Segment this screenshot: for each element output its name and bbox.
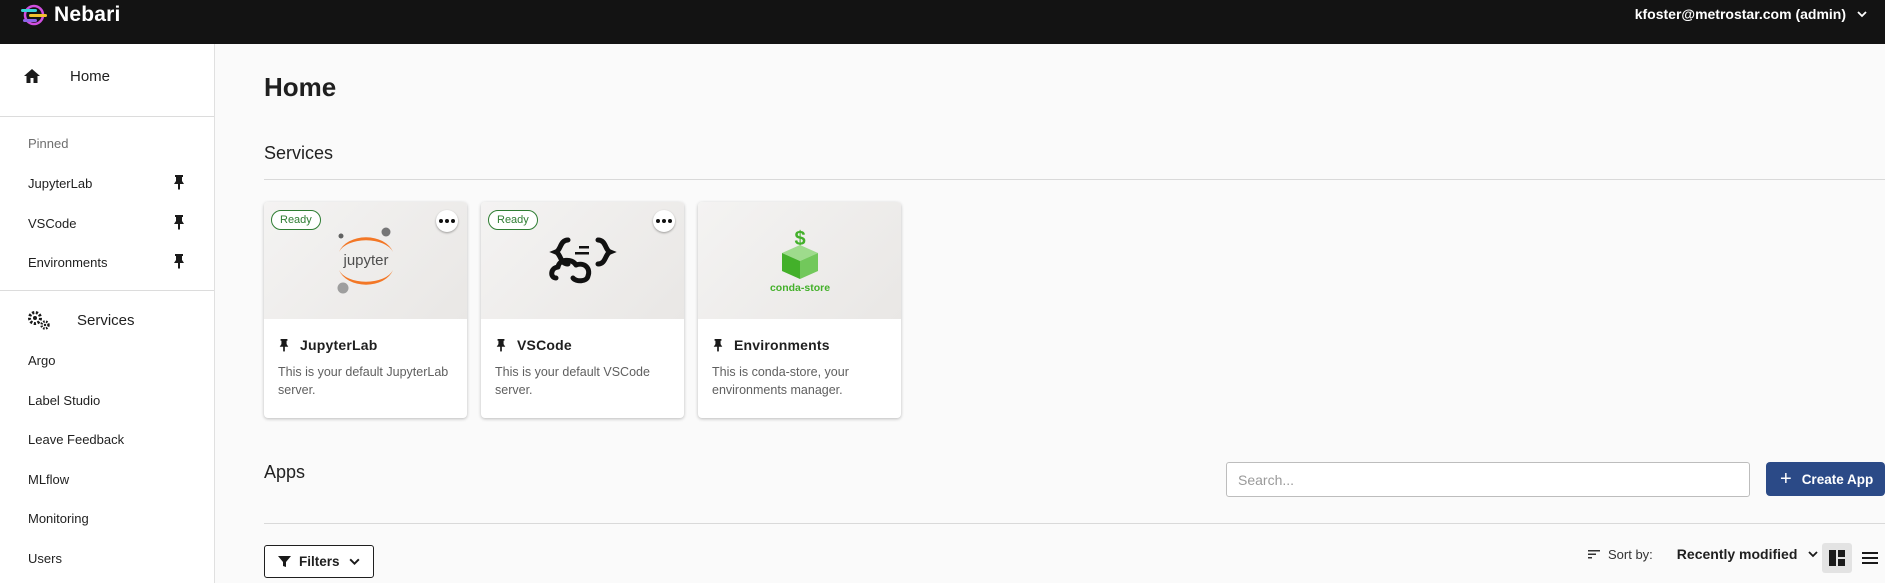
divider — [264, 523, 1885, 524]
card-title-text: VSCode — [517, 337, 572, 353]
card-media: Ready jupyter — [264, 202, 467, 319]
chevron-down-icon — [348, 558, 360, 566]
service-item-monitoring[interactable]: Monitoring — [28, 511, 89, 526]
vscode-logo — [548, 237, 617, 284]
pin-icon[interactable] — [172, 174, 186, 190]
card-title: VSCode — [495, 337, 572, 353]
conda-store-logo: $ conda-store — [769, 228, 829, 293]
service-item-argo[interactable]: Argo — [28, 353, 55, 368]
pin-icon[interactable] — [172, 253, 186, 269]
sidebar-item-label: Home — [70, 67, 111, 85]
apps-section-title: Apps — [264, 462, 306, 482]
chevron-down-icon — [1857, 11, 1867, 18]
card-title-text: JupyterLab — [300, 337, 378, 353]
card-title: Environments — [712, 337, 830, 353]
sidebar: Home Pinned JupyterLab VSCode Environmen… — [0, 44, 215, 583]
divider — [0, 116, 214, 117]
pin-icon[interactable] — [495, 338, 507, 352]
filters-button[interactable]: Filters — [264, 545, 374, 578]
service-item-leave-feedback[interactable]: Leave Feedback — [28, 432, 124, 447]
card-media: Ready — [481, 202, 684, 319]
card-description: This is your default JupyterLab server. — [278, 365, 449, 397]
services-heading: Services — [27, 309, 135, 331]
sort-label: Sort by: — [1608, 546, 1653, 562]
list-view-icon — [1862, 552, 1878, 564]
services-label: Services — [77, 311, 135, 329]
filter-icon — [278, 556, 291, 567]
pin-icon[interactable] — [712, 338, 724, 352]
svg-text:jupyter: jupyter — [342, 252, 388, 269]
sidebar-item-home[interactable]: Home — [22, 66, 110, 86]
service-card-environments[interactable]: $ conda-store Environments This is conda… — [698, 202, 901, 418]
filters-label: Filters — [299, 554, 340, 569]
nebari-logo — [21, 4, 47, 26]
create-app-button[interactable]: + Create App — [1766, 462, 1885, 496]
services-section-title: Services — [264, 143, 334, 163]
divider — [264, 179, 1885, 180]
sort-value[interactable]: Recently modified — [1677, 546, 1798, 562]
grid-view-button[interactable] — [1822, 543, 1852, 573]
divider — [0, 290, 214, 291]
service-card-vscode[interactable]: Ready VSCode This is your default VSCode… — [481, 202, 684, 418]
pinned-item-environments[interactable]: Environments — [28, 255, 107, 270]
service-card-jupyterlab[interactable]: Ready jupyter JupyterLab This is your de… — [264, 202, 467, 418]
grid-view-icon — [1829, 550, 1845, 566]
sort-icon — [1588, 550, 1600, 559]
search-input[interactable] — [1226, 462, 1750, 497]
app-name: Nebari — [54, 3, 121, 26]
pin-icon[interactable] — [172, 214, 186, 230]
card-title: JupyterLab — [278, 337, 377, 353]
card-media: $ conda-store — [698, 202, 901, 319]
pinned-item-vscode[interactable]: VSCode — [28, 216, 76, 231]
page-title: Home — [264, 72, 337, 102]
user-label: kfoster@metrostar.com (admin) — [1634, 6, 1846, 22]
pin-icon[interactable] — [278, 338, 290, 352]
card-description: This is conda-store, your environments m… — [712, 365, 849, 397]
home-icon — [24, 69, 40, 83]
service-item-mlflow[interactable]: MLflow — [28, 472, 69, 487]
user-menu[interactable]: kfoster@metrostar.com (admin) — [1635, 6, 1868, 22]
status-badge: Ready — [488, 210, 538, 230]
chevron-down-icon — [1808, 551, 1819, 558]
plus-icon: + — [1780, 468, 1792, 490]
sort-control[interactable]: Sort by: Recently modified — [1588, 546, 1819, 562]
card-title-text: Environments — [734, 337, 830, 353]
top-bar: Nebari kfoster@metrostar.com (admin) — [0, 0, 1885, 44]
more-icon[interactable] — [653, 210, 675, 232]
create-app-label: Create App — [1801, 471, 1874, 487]
gears-icon — [28, 311, 50, 330]
service-item-label-studio[interactable]: Label Studio — [28, 393, 100, 408]
more-icon[interactable] — [436, 210, 458, 232]
jupyter-logo: jupyter — [337, 227, 393, 294]
service-item-users[interactable]: Users — [28, 551, 62, 566]
pinned-item-jupyterlab[interactable]: JupyterLab — [28, 176, 92, 191]
list-view-button[interactable] — [1855, 543, 1885, 573]
status-badge: Ready — [271, 210, 321, 230]
conda-store-logo-text: conda-store — [769, 282, 829, 293]
pinned-heading: Pinned — [28, 136, 69, 151]
brand[interactable]: Nebari — [20, 0, 121, 30]
card-description: This is your default VSCode server. — [495, 365, 650, 397]
